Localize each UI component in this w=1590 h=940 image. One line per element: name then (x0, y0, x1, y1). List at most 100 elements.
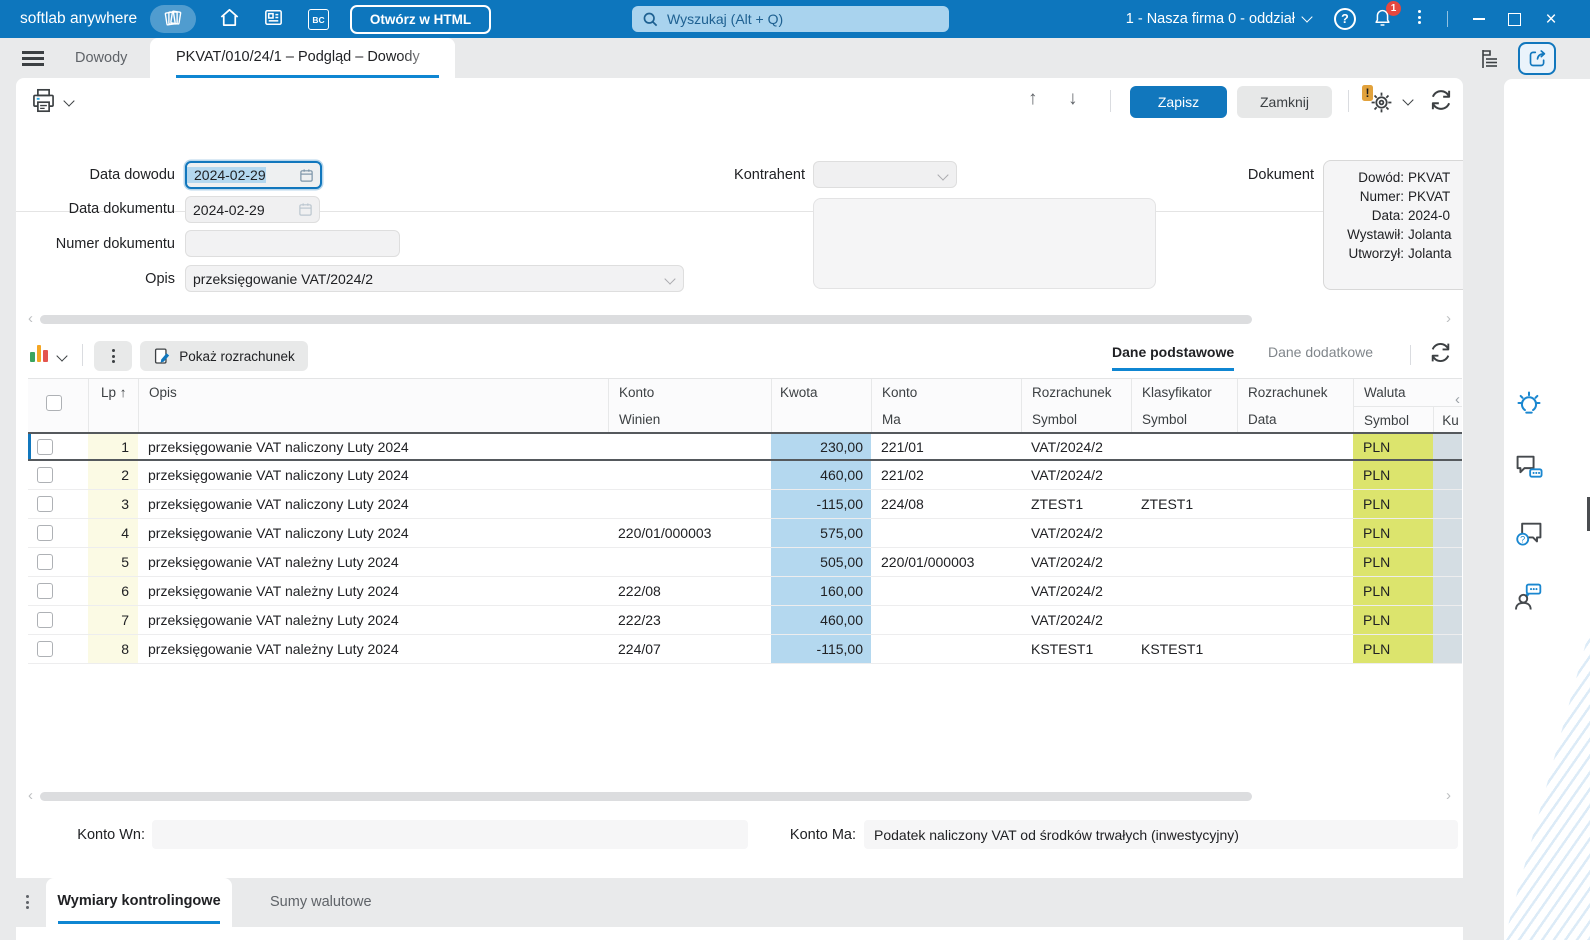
save-button[interactable]: Zapisz (1130, 86, 1227, 118)
chart-dropdown-chevron-icon[interactable] (56, 350, 68, 362)
numer-dokumentu-field[interactable] (185, 230, 400, 257)
cell-rozrachunek-symbol: VAT/2024/2 (1031, 612, 1103, 628)
table-row[interactable]: 8 przeksięgowanie VAT należny Luty 2024 … (28, 635, 1462, 664)
tab-wymiary-kontrolingowe[interactable]: Wymiary kontrolingowe (46, 878, 232, 927)
cell-rozrachunek-data (1237, 490, 1353, 518)
form-horizontal-scrollbar[interactable]: ‹ › (16, 310, 1463, 327)
company-selector[interactable]: 1 - Nasza firma 0 - oddział (1060, 0, 1295, 38)
chat-bubbles-icon (1516, 455, 1543, 478)
move-up-button[interactable]: ↑ (1028, 88, 1038, 110)
table-row[interactable]: 1 przeksięgowanie VAT naliczony Luty 202… (28, 432, 1462, 461)
tree-view-button[interactable] (1478, 47, 1502, 74)
column-scroll-hint-icon[interactable]: ‹ (1455, 391, 1460, 408)
row-checkbox[interactable] (37, 612, 53, 628)
row-checkbox[interactable] (37, 554, 53, 570)
grid-refresh-button[interactable] (1428, 340, 1453, 368)
tab-pkvat-active[interactable]: PKVAT/010/24/1 – Podgląd – Dowody (150, 38, 455, 78)
row-checkbox[interactable] (37, 496, 53, 512)
column-konto-ma[interactable]: Konto Ma (871, 379, 1021, 434)
table-row[interactable]: 4 przeksięgowanie VAT naliczony Luty 202… (28, 519, 1462, 548)
row-checkbox[interactable] (37, 641, 53, 657)
ideas-button[interactable] (1512, 386, 1546, 420)
open-in-html-button[interactable]: Otwórz w HTML (350, 5, 491, 34)
tab-sumy-walutowe[interactable]: Sumy walutowe (270, 878, 372, 927)
tab-dane-podstawowe[interactable]: Dane podstawowe (1112, 344, 1235, 371)
table-row[interactable]: 7 przeksięgowanie VAT należny Luty 2024 … (28, 606, 1462, 635)
row-checkbox[interactable] (37, 583, 53, 599)
news-button[interactable] (260, 7, 286, 31)
close-document-button[interactable]: Zamknij (1237, 86, 1332, 118)
search-input[interactable]: Wyszukaj (Alt + Q) (632, 6, 949, 32)
column-kurs[interactable]: Ku (1433, 407, 1462, 434)
scroll-right-icon[interactable]: › (1446, 787, 1451, 804)
settings-chevron-icon[interactable] (1402, 94, 1414, 106)
column-waluta-symbol[interactable]: Symbol (1354, 407, 1433, 434)
data-dokumentu-field[interactable]: 2024-02-29 (185, 196, 320, 223)
print-button[interactable] (30, 87, 75, 114)
chevron-down-icon[interactable] (1301, 11, 1313, 23)
scroll-left-icon[interactable]: ‹ (28, 310, 33, 327)
column-rozrachunek-data[interactable]: Rozrachunek Data (1237, 379, 1353, 434)
grid-kebab-menu[interactable] (94, 341, 132, 371)
row-checkbox[interactable] (37, 438, 53, 455)
svg-text:?: ? (1520, 534, 1525, 544)
maximize-button[interactable] (1497, 0, 1531, 38)
documents-stack-button[interactable] (150, 5, 196, 33)
show-settlement-button[interactable]: Pokaż rozrachunek (140, 341, 308, 371)
numer-dokumentu-label: Numer dokumentu (55, 236, 175, 252)
kontrahent-select[interactable] (813, 161, 957, 188)
cell-konto-ma: 221/01 (881, 438, 924, 455)
print-dropdown-chevron-icon[interactable] (63, 94, 75, 107)
column-klasyfikator-symbol[interactable]: Klasyfikator Symbol (1131, 379, 1237, 434)
settings-warning-button[interactable]: ! (1362, 85, 1396, 115)
faq-button[interactable]: ? (1512, 517, 1546, 551)
tab-dane-dodatkowe[interactable]: Dane dodatkowe (1268, 344, 1373, 360)
table-row[interactable]: 5 przeksięgowanie VAT należny Luty 2024 … (28, 548, 1462, 577)
person-chat-icon (1515, 583, 1542, 610)
select-all-checkbox[interactable] (46, 394, 62, 411)
table-horizontal-scrollbar[interactable]: ‹ › (16, 787, 1463, 804)
column-rozrachunek-symbol[interactable]: Rozrachunek Symbol (1021, 379, 1131, 434)
column-opis[interactable]: Opis (138, 379, 608, 434)
table-row[interactable]: 2 przeksięgowanie VAT naliczony Luty 202… (28, 461, 1462, 490)
contact-support-button[interactable] (1512, 580, 1546, 614)
minimize-button[interactable] (1462, 0, 1496, 38)
calendar-icon[interactable] (299, 168, 314, 183)
scrollbar-thumb[interactable] (40, 792, 1252, 801)
column-lp[interactable]: Lp ↑ (88, 379, 138, 434)
scroll-left-icon[interactable]: ‹ (28, 787, 33, 804)
cell-klasyfikator-symbol: KSTEST1 (1141, 641, 1204, 657)
opis-select[interactable]: przeksięgowanie VAT/2024/2 (185, 265, 684, 292)
table-row[interactable]: 3 przeksięgowanie VAT naliczony Luty 202… (28, 490, 1462, 519)
scroll-right-icon[interactable]: › (1446, 310, 1451, 327)
table-row[interactable]: 6 przeksięgowanie VAT należny Luty 2024 … (28, 577, 1462, 606)
column-konto-winien[interactable]: Konto Winien (608, 379, 771, 434)
close-button[interactable]: × (1533, 0, 1569, 38)
main-menu-button[interactable] (22, 51, 44, 66)
move-down-button[interactable]: ↓ (1068, 88, 1078, 110)
home-button[interactable] (216, 7, 242, 31)
bottom-tab-strip: Wymiary kontrolingowe Sumy walutowe (16, 878, 1463, 927)
column-waluta-group[interactable]: Waluta Symbol Ku (1353, 379, 1462, 434)
chart-view-button[interactable] (30, 345, 48, 362)
cell-waluta: PLN (1353, 461, 1433, 489)
chat-button[interactable] (1512, 450, 1546, 484)
konto-ma-field[interactable]: Podatek naliczony VAT od środków trwałyc… (864, 820, 1458, 849)
cell-waluta: PLN (1353, 635, 1433, 663)
konto-wn-field[interactable] (152, 820, 748, 849)
column-kwota[interactable]: Kwota (771, 379, 871, 434)
scrollbar-thumb[interactable] (40, 315, 1252, 324)
bc-icon[interactable]: BC (308, 9, 329, 30)
help-button[interactable]: ? (1334, 8, 1356, 30)
titlebar-kebab-menu[interactable] (1418, 10, 1421, 24)
data-dowodu-field[interactable]: 2024-02-29 (185, 161, 322, 189)
tab-dowody[interactable]: Dowody (75, 38, 127, 78)
cell-rozrachunek-data (1237, 434, 1353, 459)
refresh-button[interactable] (1428, 87, 1454, 116)
kontrahent-details-area[interactable] (813, 198, 1156, 289)
cell-rozrachunek-data (1237, 461, 1353, 489)
share-button[interactable] (1518, 42, 1556, 75)
bottom-kebab-menu[interactable] (26, 895, 29, 909)
row-checkbox[interactable] (37, 467, 53, 483)
row-checkbox[interactable] (37, 525, 53, 541)
